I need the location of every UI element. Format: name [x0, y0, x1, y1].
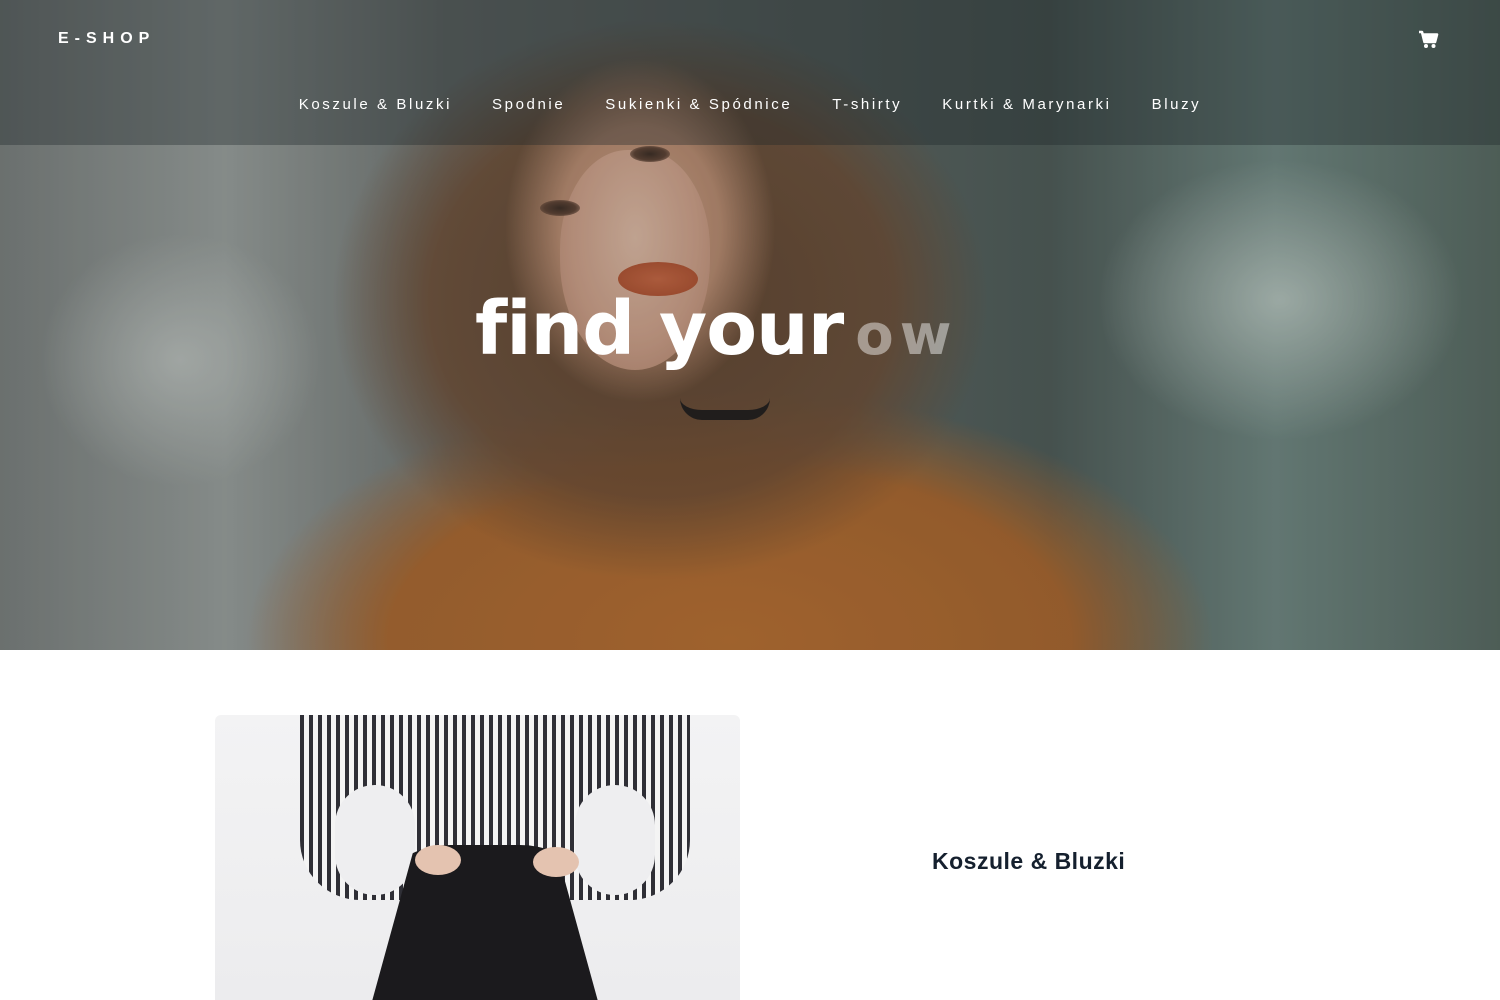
product-arm-gap: [335, 785, 415, 895]
category-title[interactable]: Koszule & Bluzki: [932, 848, 1125, 875]
navbar-background: [0, 0, 1500, 145]
menu-item-koszule-bluzki[interactable]: Koszule & Bluzki: [299, 96, 452, 113]
menu-item-spodnie[interactable]: Spodnie: [492, 96, 565, 113]
menu-item-kurtki-marynarki[interactable]: Kurtki & Marynarki: [942, 96, 1111, 113]
category-image[interactable]: [215, 715, 740, 1000]
brand-logo[interactable]: E-SHOP: [58, 30, 155, 48]
hero-slogan-animated: ow: [855, 303, 958, 368]
menu-item-bluzy[interactable]: Bluzy: [1152, 96, 1202, 113]
hero-slogan: find your ow: [475, 286, 957, 372]
hero-banner: E-SHOP Koszule & Bluzki Spodnie Sukienki…: [0, 0, 1500, 650]
hero-slogan-main: find your: [475, 286, 844, 372]
main-menu: Koszule & Bluzki Spodnie Sukienki & Spód…: [0, 96, 1500, 113]
product-hand: [533, 847, 579, 877]
product-arm-gap: [575, 785, 655, 895]
product-hand: [415, 845, 461, 875]
menu-item-t-shirty[interactable]: T-shirty: [832, 96, 902, 113]
menu-item-sukienki-spodnice[interactable]: Sukienki & Spódnice: [605, 96, 792, 113]
shopping-cart-icon[interactable]: [1416, 28, 1440, 50]
